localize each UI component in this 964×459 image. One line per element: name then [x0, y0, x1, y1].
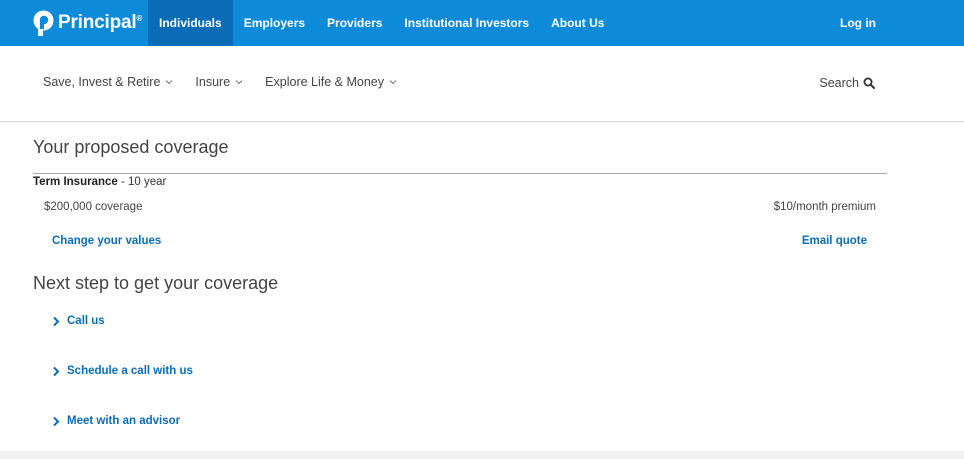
subnav-label: Save, Invest & Retire	[43, 75, 161, 89]
footer-band	[0, 451, 964, 459]
brand-name: Principal®	[58, 12, 143, 33]
topnav-item-about-us[interactable]: About Us	[540, 0, 615, 46]
chevron-down-icon	[166, 80, 173, 85]
section-nav: Save, Invest & Retire Insure Explore Lif…	[0, 46, 964, 122]
coverage-amount: $200,000 coverage	[44, 201, 143, 213]
chevron-down-icon	[235, 80, 243, 85]
subnav-save-invest-retire[interactable]: Save, Invest & Retire	[43, 75, 173, 89]
search-button[interactable]: Search	[819, 46, 875, 120]
meet-advisor-link[interactable]: Meet with an advisor	[52, 415, 180, 427]
subnav-label: Insure	[195, 75, 231, 89]
divider	[33, 173, 887, 174]
monthly-premium: $10/month premium	[773, 201, 876, 213]
next-step-heading: Next step to get your coverage	[33, 273, 279, 293]
chevron-right-icon	[53, 366, 60, 376]
audience-nav: Individuals Employers Providers Institut…	[148, 0, 615, 46]
topnav-item-individuals[interactable]: Individuals	[148, 0, 233, 46]
email-quote-link[interactable]: Email quote	[802, 235, 867, 247]
top-navigation-bar: Principal® Individuals Employers Provide…	[0, 0, 964, 46]
chevron-right-icon	[53, 316, 60, 326]
call-us-link[interactable]: Call us	[52, 315, 105, 327]
search-icon	[863, 77, 875, 89]
login-link[interactable]: Log in	[840, 0, 876, 46]
topnav-item-institutional-investors[interactable]: Institutional Investors	[393, 0, 540, 46]
principal-logo[interactable]: Principal®	[33, 10, 142, 36]
change-values-link[interactable]: Change your values	[52, 235, 161, 247]
subnav-insure[interactable]: Insure	[195, 75, 243, 89]
term-insurance-summary: Term Insurance - 10 year	[33, 176, 166, 188]
action-label: Meet with an advisor	[67, 415, 181, 427]
subnav-label: Explore Life & Money	[265, 75, 384, 89]
action-label: Call us	[67, 315, 105, 327]
topnav-item-employers[interactable]: Employers	[233, 0, 316, 46]
search-label: Search	[819, 76, 859, 90]
chevron-right-icon	[53, 416, 60, 426]
proposed-coverage-heading: Your proposed coverage	[33, 137, 229, 157]
topnav-item-providers[interactable]: Providers	[316, 0, 393, 46]
schedule-call-link[interactable]: Schedule a call with us	[52, 365, 193, 377]
product-name: Term Insurance	[33, 176, 118, 188]
principal-logo-icon	[33, 10, 54, 36]
action-label: Schedule a call with us	[67, 365, 193, 377]
term-length: - 10 year	[117, 176, 167, 188]
chevron-down-icon	[389, 80, 397, 85]
subnav-explore-life-money[interactable]: Explore Life & Money	[265, 75, 397, 89]
